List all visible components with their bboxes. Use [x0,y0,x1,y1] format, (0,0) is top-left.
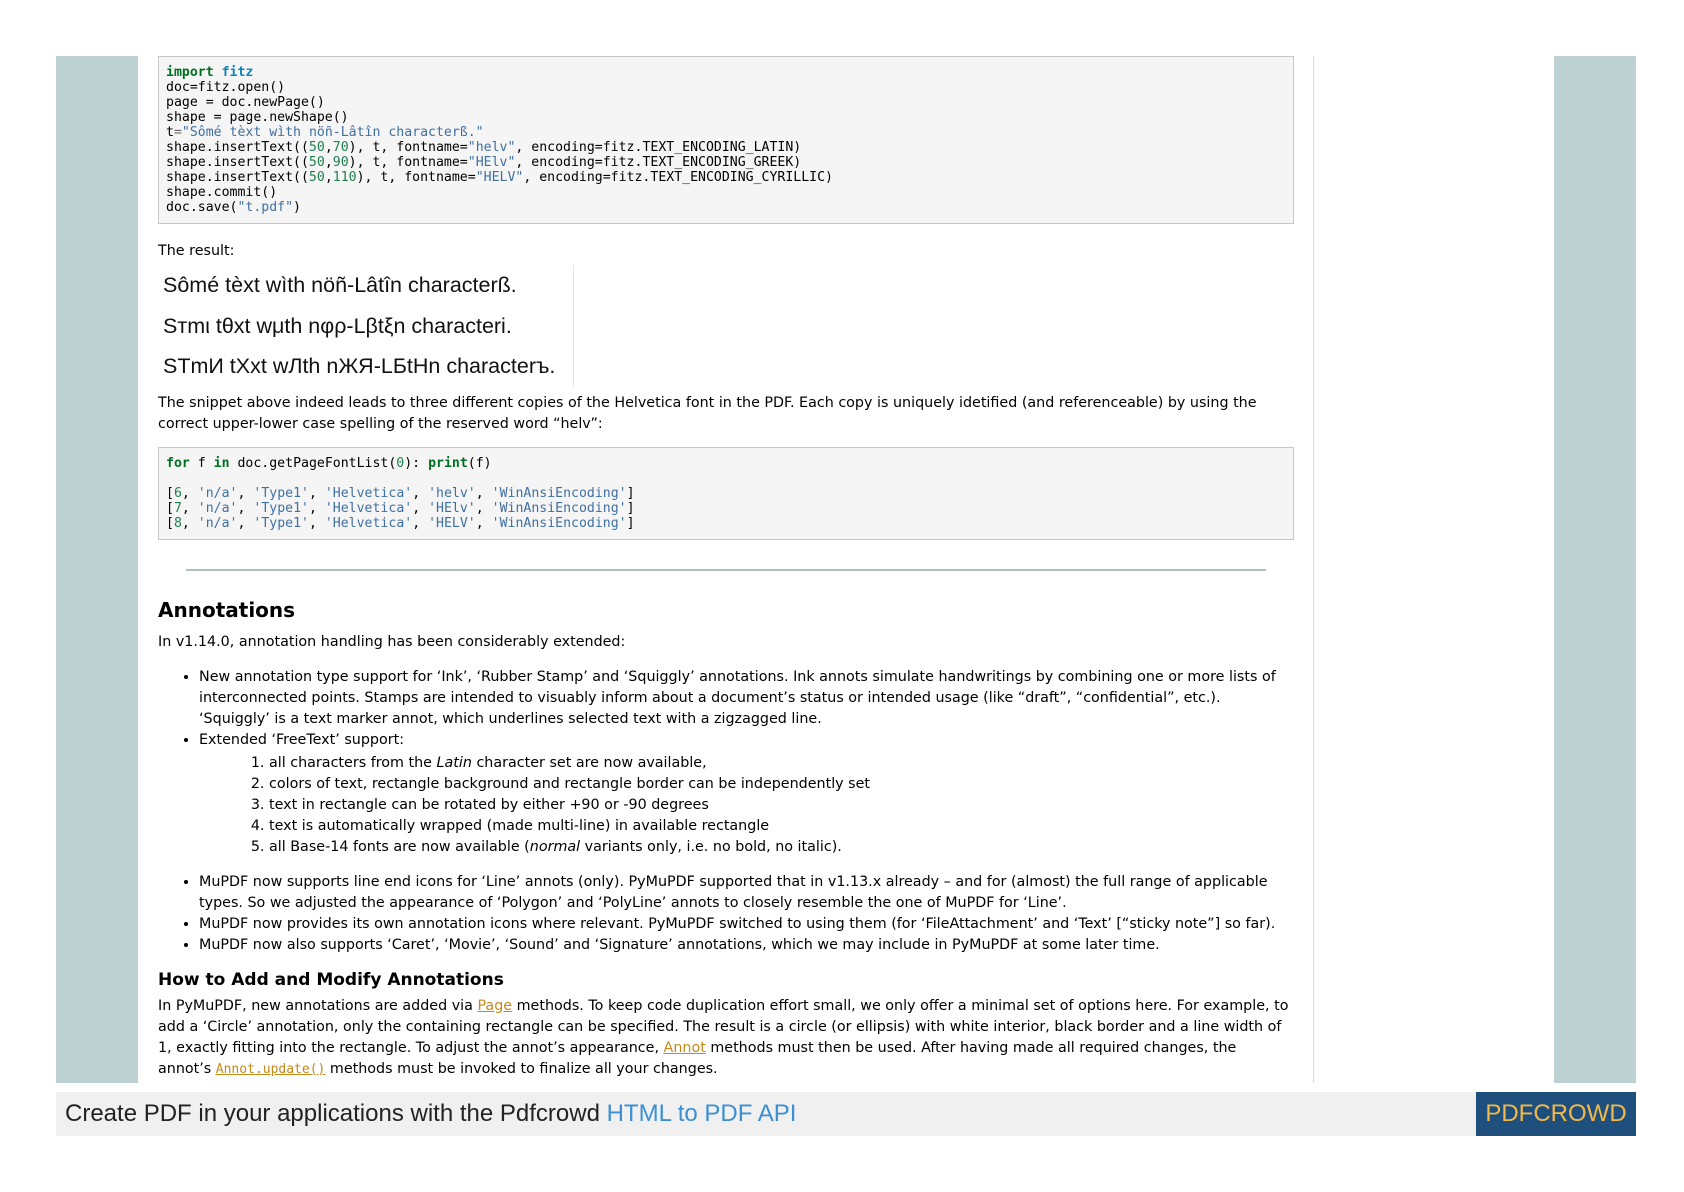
code-number: 90 [332,155,349,170]
code-string: 'HElv' [428,500,476,516]
list-item: text is automatically wrapped (made mult… [269,816,1294,837]
annotations-intro: In v1.14.0, annotation handling has been… [158,633,626,650]
code-string: 'Helvetica' [324,515,413,531]
code-number: 50 [308,140,325,155]
code-string: 'Type1' [253,500,309,516]
code-args: , encoding=fitz. [515,140,643,155]
snippet-paragraph: The snippet above indeed leads to three … [158,394,1257,432]
code-keyword: print [428,455,468,471]
pdfcrowd-footer-banner: Create PDF in your applications with the… [56,1092,1636,1136]
result-line-cyrillic: STmИ tXxt wЛth nЖЯ-LБtHn characterъ. [163,354,556,378]
list-item: New annotation type support for ‘Ink’, ‘… [199,667,1294,730]
code-punct: , [324,170,333,185]
result-label: The result: [158,243,235,259]
page-link[interactable]: Page [477,998,512,1014]
code-const: TEXT_ENCODING_CYRILLIC) [650,170,833,185]
code-string: 'Type1' [253,515,309,531]
right-margin-band [1554,56,1636,1083]
annot-link[interactable]: Annot [664,1040,706,1056]
code-args: ), t, fontname= [348,155,468,170]
code-var: t [166,125,174,140]
code-call: doc.save( [166,200,238,215]
list-item: Extended ‘FreeText’ support: all charact… [199,730,1294,858]
code-string: "t.pdf" [237,200,294,215]
howto-paragraph: In PyMuPDF, new annotations are added vi… [158,997,1289,1077]
code-number: 50 [308,170,325,185]
howto-heading: How to Add and Modify Annotations [158,969,504,990]
section-divider [186,568,1266,571]
code-string: "HELV" [475,170,524,185]
code-number: 50 [308,155,325,170]
code-call: shape.insertText(( [166,155,309,170]
code-punct: , [324,155,333,170]
code-string: 'n/a' [197,515,238,531]
code-string: 'HELV' [428,515,476,531]
annotations-feature-list: New annotation type support for ‘Ink’, ‘… [158,667,1294,956]
code-block-insert-text: import fitz doc=fitz.open() page = doc.n… [158,56,1294,224]
code-number: 8 [173,515,182,531]
code-keyword: for [166,455,190,471]
code-call: shape.insertText(( [166,170,309,185]
code-string: "Sômé tèxt wìth nöñ-Lâtîn characterß." [181,125,484,140]
footer-text: Create PDF in your applications with the… [65,1100,797,1127]
result-line-greek: Sтmι tθxt wμth nφρ-Lβtξn characterі. [163,313,512,338]
code-keyword: import [166,65,214,80]
code-block-font-list: for f in doc.getPageFontList(0): print(f… [158,446,1294,540]
code-string: 'Helvetica' [324,500,413,516]
list-item: text in rectangle can be rotated by eith… [269,795,1294,816]
code-line: shape.commit() [166,185,278,200]
list-item: all Base-14 fonts are now available (nor… [269,837,1294,858]
code-string: 'WinAnsiEncoding' [491,500,627,516]
annot-update-link[interactable]: Annot.update() [216,1061,326,1077]
annotations-heading: Annotations [158,597,296,622]
code-string: "helv" [467,140,516,155]
code-args: , encoding=fitz. [515,155,643,170]
list-item: MuPDF now also supports ‘Caret’, ‘Movie’… [199,935,1294,956]
code-string: 'helv' [428,485,476,501]
code-args: ), t, fontname= [356,170,476,185]
code-const: TEXT_ENCODING_LATIN) [642,140,802,155]
code-number: 6 [173,485,182,501]
code-punct: ): [404,455,429,471]
code-punct: , [324,140,333,155]
code-number: 70 [332,140,349,155]
code-module-name: fitz [221,65,254,80]
list-item: colors of text, rectangle background and… [269,774,1294,795]
list-item: MuPDF now supports line end icons for ‘L… [199,872,1294,914]
code-number: 110 [332,170,357,185]
pdfcrowd-logo[interactable]: PDFCROWD [1476,1092,1636,1136]
code-string: "HElv" [467,155,516,170]
left-margin-band [56,56,138,1083]
result-render: Sômé tèxt wìth nöñ-Lâtîn characterß. Sтm… [158,265,574,387]
code-string: 'Type1' [253,485,309,501]
code-string: 'n/a' [197,500,238,516]
code-args: ), t, fontname= [348,140,468,155]
list-item: all characters from the Latin character … [269,753,1294,774]
code-var: f [189,455,214,471]
document-content: import fitz doc=fitz.open() page = doc.n… [158,56,1294,1083]
code-number: 7 [173,500,182,516]
freetext-sublist: all characters from the Latin character … [199,753,1294,858]
code-punct: ) [293,200,301,215]
code-keyword: in [213,455,230,471]
code-string: 'Helvetica' [324,485,413,501]
code-const: TEXT_ENCODING_GREEK) [642,155,802,170]
result-line-latin: Sômé tèxt wìth nöñ-Lâtîn characterß. [163,273,517,297]
code-args: , encoding=fitz. [523,170,651,185]
code-punct: (f) [467,455,492,471]
code-line: shape = page.newShape() [166,110,349,125]
code-line: doc=fitz.open() [166,80,286,95]
html-to-pdf-api-link[interactable]: HTML to PDF API [607,1100,797,1127]
code-string: 'n/a' [197,485,238,501]
code-line: page = doc.newPage() [166,95,325,110]
code-call: shape.insertText(( [166,140,309,155]
list-item: MuPDF now provides its own annotation ic… [199,914,1294,935]
content-right-rule [1313,56,1314,1083]
code-call: doc.getPageFontList( [229,455,397,471]
code-string: 'WinAnsiEncoding' [491,515,627,531]
code-string: 'WinAnsiEncoding' [491,485,627,501]
